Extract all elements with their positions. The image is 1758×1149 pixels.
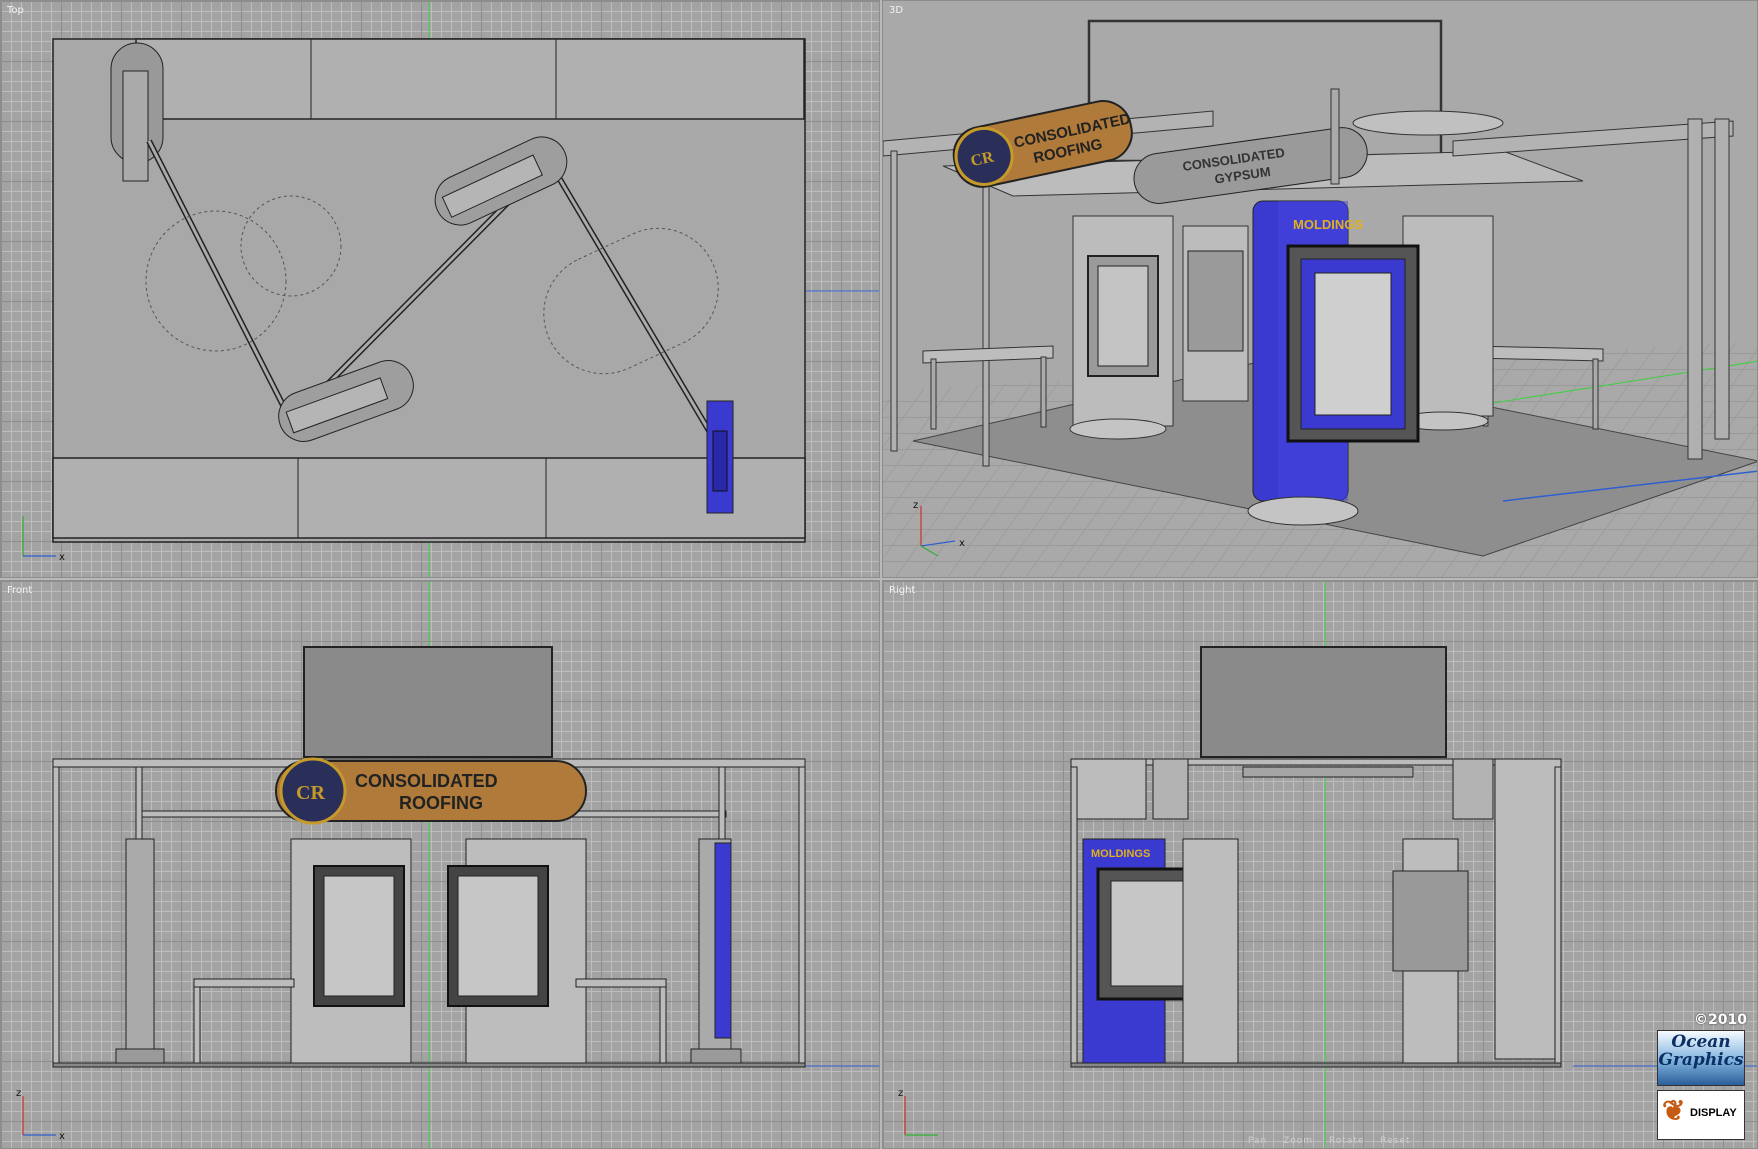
viewport-right[interactable]: Right MOLDINGS z Pan Zoom Rotate Reset ©… (882, 580, 1758, 1149)
viewport-front[interactable]: Front CR CONSOLIDATED ROOFING z x (0, 580, 880, 1149)
persp-axis-x-label: x (959, 538, 965, 549)
perspective-view-drawing: MOLDINGS CR CONSOLIDATED ROOFING CONSOLI… (883, 19, 1757, 577)
brand-line2-front: ROOFING (399, 793, 483, 813)
nav-rotate-button[interactable]: Rotate (1329, 1136, 1364, 1146)
logo1-line1: Ocean (1671, 1032, 1731, 1052)
right-view-drawing: MOLDINGS z (898, 581, 1757, 1148)
persp-axis-z-label: z (913, 500, 918, 511)
maple-leaf-icon: ❦ (1662, 1095, 1686, 1126)
logo1-line2: Graphics (1658, 1050, 1744, 1070)
ocean-graphics-logo: Ocean Graphics (1657, 1030, 1745, 1086)
viewport-perspective[interactable]: 3D MOLDINGS CR CONSOLIDATED ROOFING CONS… (882, 0, 1758, 578)
right-axis-z-label: z (898, 1088, 903, 1099)
front-view-drawing: CR CONSOLIDATED ROOFING z x (16, 581, 879, 1148)
logo2-text: DISPLAY (1690, 1107, 1737, 1119)
top-axis-x-label: x (59, 552, 65, 563)
moldings-sign-right: MOLDINGS (1091, 848, 1150, 860)
branding-block: ©2010 Ocean Graphics ❦ DISPLAY (1657, 1012, 1747, 1140)
monogram-front: CR (296, 782, 325, 804)
nav-reset-button[interactable]: Reset (1380, 1136, 1410, 1146)
copyright-text: ©2010 (1694, 1012, 1747, 1028)
display-centre-logo: ❦ DISPLAY (1657, 1090, 1745, 1140)
front-axis-z-label: z (16, 1088, 21, 1099)
nav-pan-button[interactable]: Pan (1248, 1136, 1267, 1146)
view-navigation: Pan Zoom Rotate Reset (1248, 1136, 1422, 1146)
brand-line1-front: CONSOLIDATED (355, 771, 498, 791)
top-view-drawing: x (22, 1, 879, 577)
moldings-sign-3d: MOLDINGS (1293, 217, 1363, 232)
nav-zoom-button[interactable]: Zoom (1283, 1136, 1313, 1146)
viewport-top[interactable]: Top x (0, 0, 880, 578)
front-axis-x-label: x (59, 1131, 65, 1142)
